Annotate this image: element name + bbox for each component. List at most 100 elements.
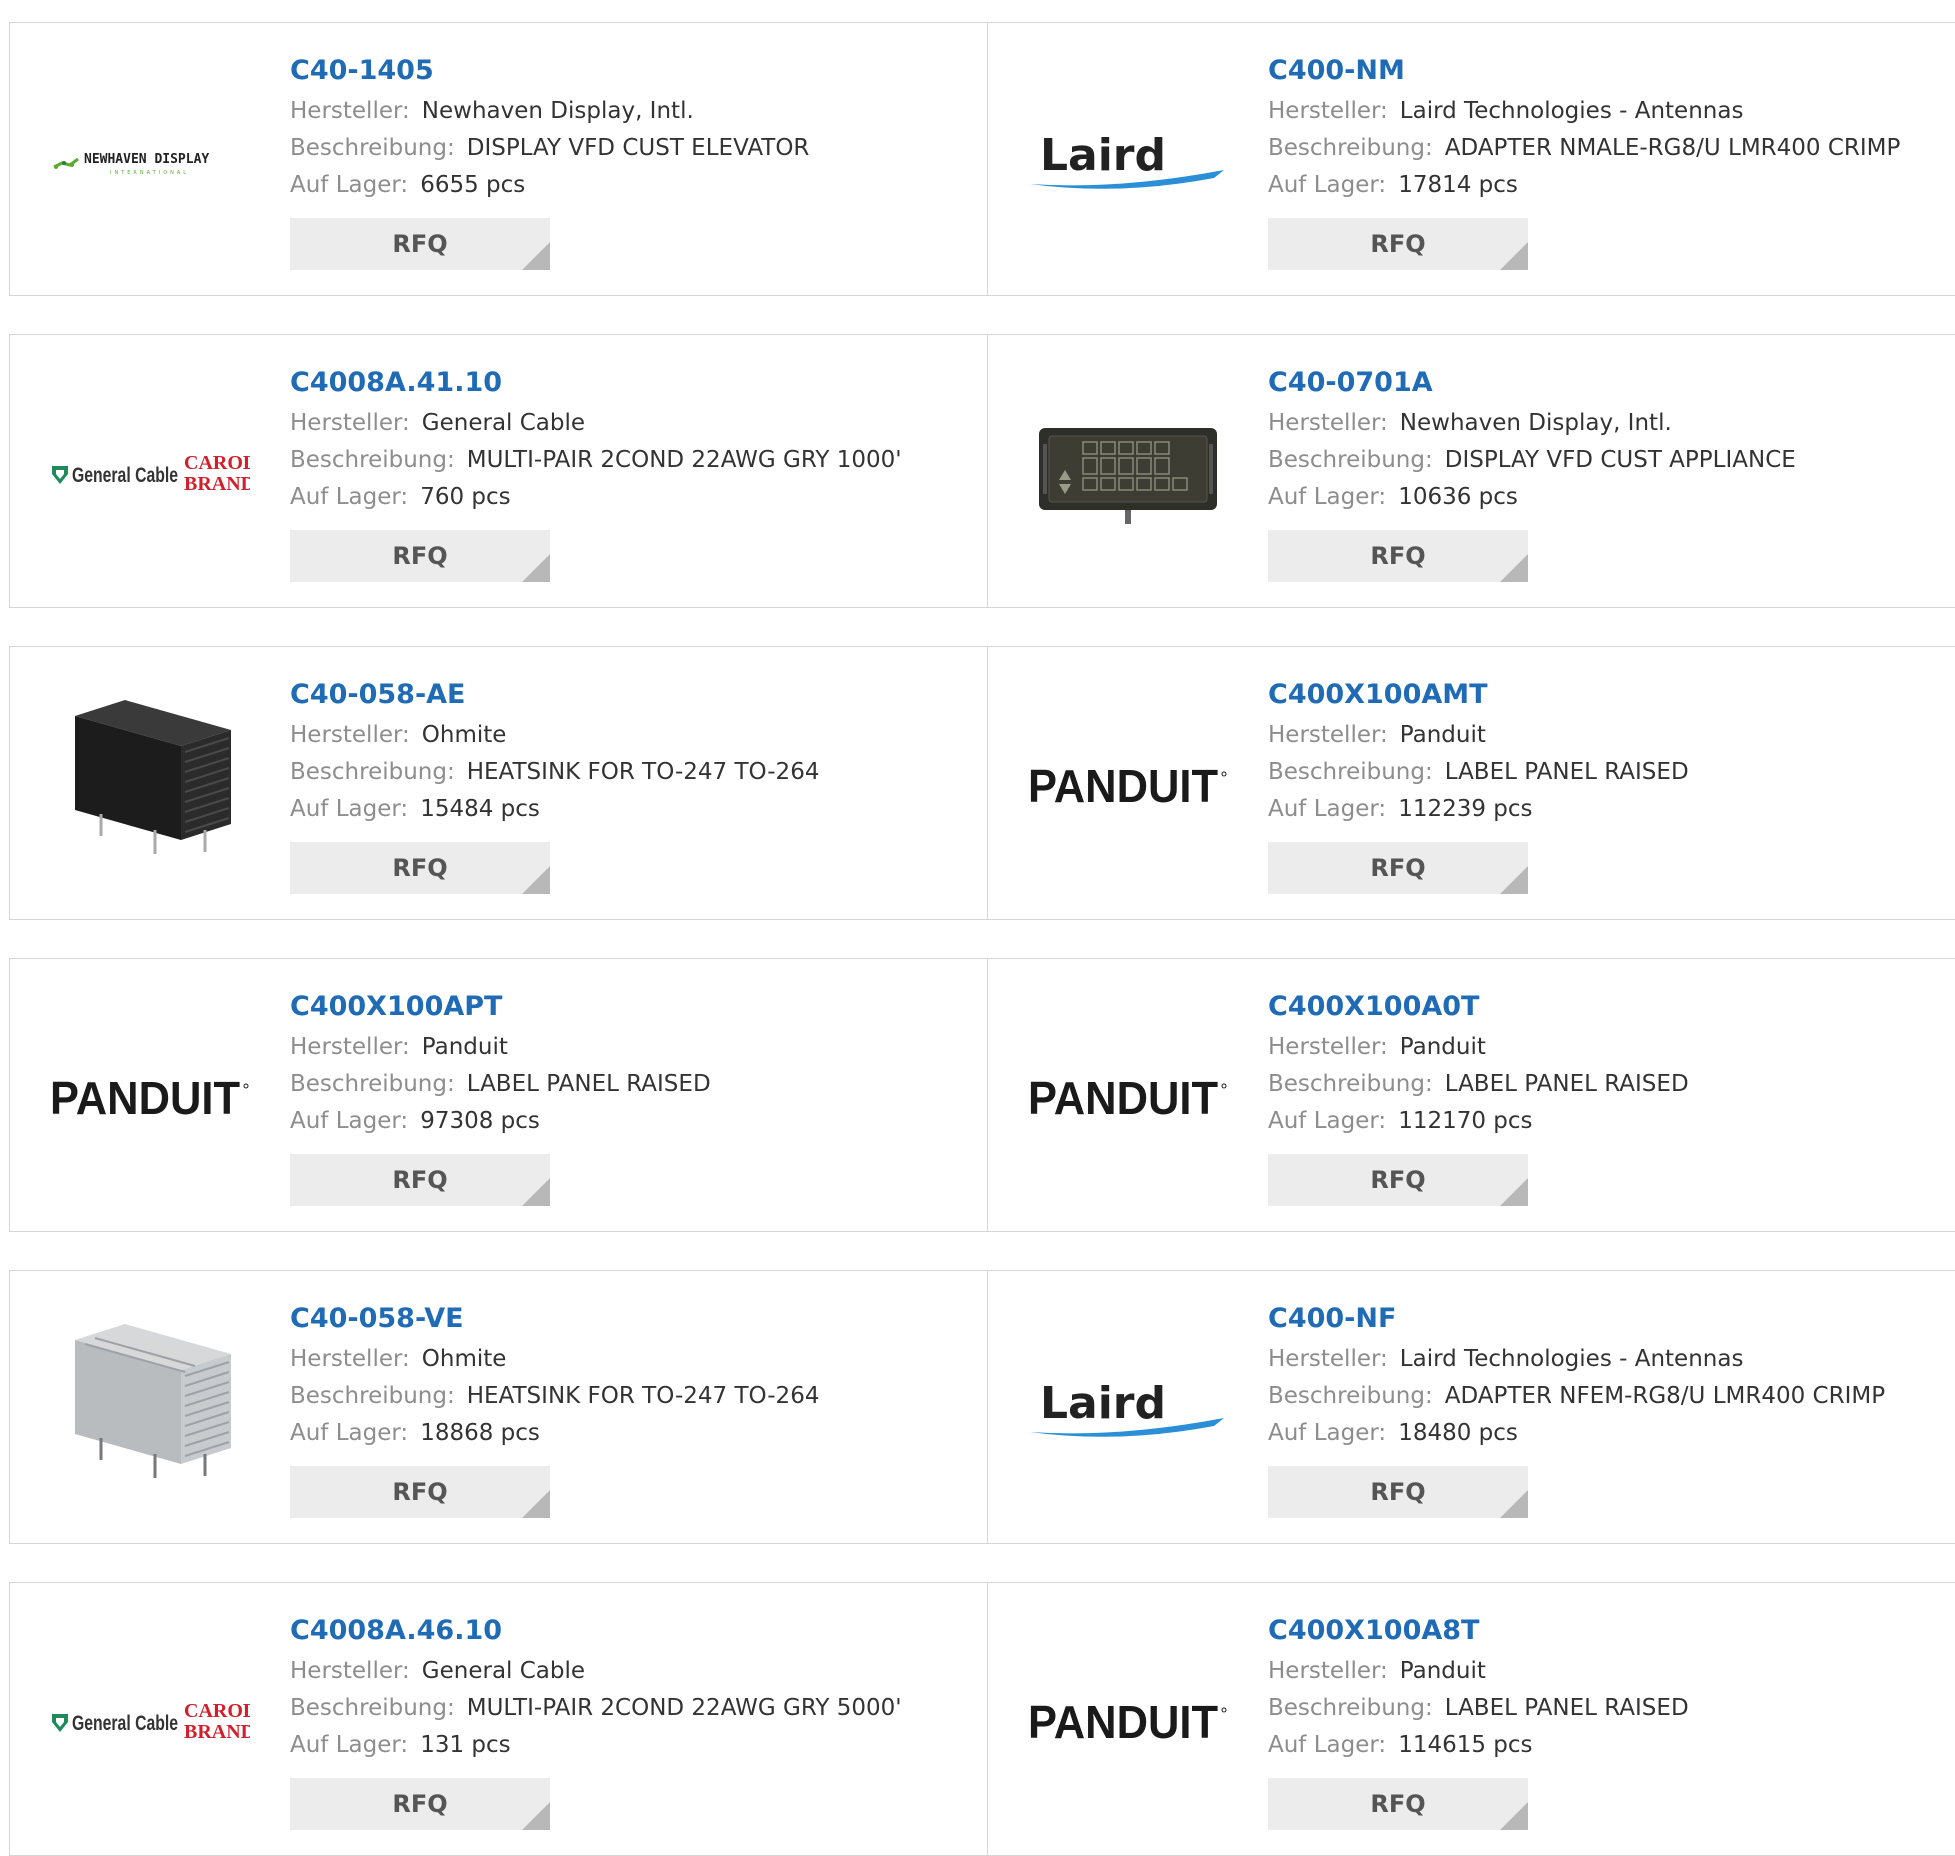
description-line: Beschreibung: HEATSINK FOR TO-247 TO-264: [290, 1378, 977, 1415]
stock-value: 18480 pcs: [1398, 1420, 1518, 1446]
manufacturer-value: Ohmite: [421, 722, 507, 748]
newhaven-logo-graphic: NEWHAVEN DISPLAY INTERNATIONAL: [53, 152, 209, 176]
manufacturer-label: Hersteller:: [1268, 722, 1388, 748]
manufacturer-label: Hersteller:: [1268, 1034, 1388, 1060]
part-number-link[interactable]: C40-058-AE: [290, 677, 977, 717]
description-label: Beschreibung:: [1268, 1695, 1433, 1721]
rfq-button[interactable]: RFQ: [290, 530, 550, 582]
rfq-button[interactable]: RFQ: [1268, 218, 1528, 270]
rfq-button[interactable]: RFQ: [290, 1154, 550, 1206]
manufacturer-line: Hersteller: Panduit: [1268, 1029, 1946, 1066]
part-number-link[interactable]: C40-058-VE: [290, 1301, 977, 1341]
general-cable-logo-graphic: General Cable CAROL BRAND: [52, 1700, 250, 1743]
part-number-link[interactable]: C400X100AMT: [1268, 677, 1946, 717]
description-value: HEATSINK FOR TO-247 TO-264: [466, 1383, 820, 1409]
stock-label: Auf Lager:: [1268, 1732, 1387, 1758]
product-grid: NEWHAVEN DISPLAY INTERNATIONAL C40-1405 …: [0, 0, 1955, 1856]
stock-label: Auf Lager:: [290, 484, 409, 510]
product-info: C40-1405 Hersteller: Newhaven Display, In…: [290, 53, 977, 270]
manufacturer-value: General Cable: [421, 1658, 586, 1684]
stock-line: Auf Lager: 10636 pcs: [1268, 479, 1946, 516]
description-value: ADAPTER NMALE-RG8/U LMR400 CRIMP: [1444, 135, 1901, 161]
part-number-link[interactable]: C400X100A0T: [1268, 989, 1946, 1029]
general-cable-logo-graphic: General Cable CAROL BRAND: [52, 452, 250, 495]
panduit-logo-text: PANDUIT: [1028, 760, 1218, 810]
description-label: Beschreibung:: [290, 1071, 455, 1097]
rfq-button[interactable]: RFQ: [290, 1466, 550, 1518]
rfq-button[interactable]: RFQ: [290, 218, 550, 270]
product-row: C40-058-AE Hersteller: Ohmite Beschreibun…: [9, 646, 1955, 920]
product-card: PANDUIT C400X100AMT Hersteller: Panduit B…: [988, 647, 1955, 919]
stock-line: Auf Lager: 6655 pcs: [290, 167, 977, 204]
description-value: DISPLAY VFD CUST ELEVATOR: [466, 135, 810, 161]
manufacturer-label: Hersteller:: [290, 722, 410, 748]
newhaven-logo-text: NEWHAVEN DISPLAY: [84, 152, 209, 167]
heatsink-image: [75, 700, 231, 854]
part-number-link[interactable]: C400-NF: [1268, 1301, 1946, 1341]
part-number-link[interactable]: C4008A.46.10: [290, 1613, 977, 1653]
part-number-link[interactable]: C40-0701A: [1268, 365, 1946, 405]
heatsink-image: [75, 1324, 231, 1478]
panduit-logo: PANDUIT: [1028, 1623, 1228, 1819]
panduit-logo-graphic: PANDUIT: [1028, 1696, 1227, 1746]
description-line: Beschreibung: MULTI-PAIR 2COND 22AWG GRY …: [290, 442, 977, 479]
product-row: C40-058-VE Hersteller: Ohmite Beschreibun…: [9, 1270, 1955, 1544]
rfq-button[interactable]: RFQ: [1268, 1466, 1528, 1518]
stock-label: Auf Lager:: [290, 796, 409, 822]
description-label: Beschreibung:: [1268, 1383, 1433, 1409]
part-number-link[interactable]: C400X100APT: [290, 989, 977, 1029]
panduit-logo-text: PANDUIT: [1028, 1696, 1218, 1746]
manufacturer-value: Ohmite: [421, 1346, 507, 1372]
manufacturer-value: Laird Technologies - Antennas: [1399, 1346, 1744, 1372]
description-line: Beschreibung: LABEL PANEL RAISED: [290, 1066, 977, 1103]
product-card: PANDUIT C400X100A0T Hersteller: Panduit B…: [988, 959, 1955, 1231]
description-label: Beschreibung:: [290, 447, 455, 473]
description-value: LABEL PANEL RAISED: [1444, 1695, 1689, 1721]
manufacturer-label: Hersteller:: [290, 410, 410, 436]
vfd-display-image: [1039, 428, 1217, 524]
rfq-button[interactable]: RFQ: [290, 1778, 550, 1830]
stock-value: 112239 pcs: [1398, 796, 1533, 822]
rfq-button[interactable]: RFQ: [1268, 530, 1528, 582]
description-label: Beschreibung:: [290, 1695, 455, 1721]
manufacturer-label: Hersteller:: [1268, 1658, 1388, 1684]
description-label: Beschreibung:: [290, 135, 455, 161]
stock-value: 17814 pcs: [1398, 172, 1518, 198]
part-number-link[interactable]: C4008A.41.10: [290, 365, 977, 405]
manufacturer-label: Hersteller:: [290, 98, 410, 124]
stock-value: 18868 pcs: [420, 1420, 540, 1446]
stock-line: Auf Lager: 760 pcs: [290, 479, 977, 516]
description-line: Beschreibung: DISPLAY VFD CUST ELEVATOR: [290, 130, 977, 167]
description-label: Beschreibung:: [1268, 1071, 1433, 1097]
product-card: General Cable CAROL BRAND C4008A.46.10 H…: [10, 1583, 988, 1855]
rfq-button[interactable]: RFQ: [1268, 842, 1528, 894]
stock-label: Auf Lager:: [1268, 172, 1387, 198]
rfq-button[interactable]: RFQ: [1268, 1154, 1528, 1206]
newhaven-logo: NEWHAVEN DISPLAY INTERNATIONAL: [50, 63, 250, 259]
part-number-link[interactable]: C400-NM: [1268, 53, 1946, 93]
description-value: LABEL PANEL RAISED: [1444, 759, 1689, 785]
product-info: C400-NM Hersteller: Laird Technologies - …: [1268, 53, 1946, 270]
product-info: C40-0701A Hersteller: Newhaven Display, I…: [1268, 365, 1946, 582]
description-line: Beschreibung: LABEL PANEL RAISED: [1268, 1066, 1946, 1103]
product-info: C400X100A0T Hersteller: Panduit Beschreib…: [1268, 989, 1946, 1206]
part-number-link[interactable]: C40-1405: [290, 53, 977, 93]
product-row: NEWHAVEN DISPLAY INTERNATIONAL C40-1405 …: [9, 22, 1955, 296]
description-line: Beschreibung: ADAPTER NFEM-RG8/U LMR400 C…: [1268, 1378, 1946, 1415]
manufacturer-line: Hersteller: Ohmite: [290, 1341, 977, 1378]
description-label: Beschreibung:: [290, 1383, 455, 1409]
manufacturer-line: Hersteller: General Cable: [290, 405, 977, 442]
stock-label: Auf Lager:: [1268, 1108, 1387, 1134]
manufacturer-line: Hersteller: Laird Technologies - Antennas: [1268, 93, 1946, 130]
laird-logo-graphic: Laird: [1030, 130, 1224, 189]
stock-value: 760 pcs: [420, 484, 511, 510]
rfq-button[interactable]: RFQ: [1268, 1778, 1528, 1830]
part-number-link[interactable]: C400X100A8T: [1268, 1613, 1946, 1653]
manufacturer-line: Hersteller: Panduit: [1268, 717, 1946, 754]
rfq-button[interactable]: RFQ: [290, 842, 550, 894]
description-line: Beschreibung: ADAPTER NMALE-RG8/U LMR400 …: [1268, 130, 1946, 167]
description-value: HEATSINK FOR TO-247 TO-264: [466, 759, 820, 785]
description-label: Beschreibung:: [1268, 759, 1433, 785]
product-info: C400X100AMT Hersteller: Panduit Beschreib…: [1268, 677, 1946, 894]
brand-logo-text: BRAND: [184, 473, 250, 495]
